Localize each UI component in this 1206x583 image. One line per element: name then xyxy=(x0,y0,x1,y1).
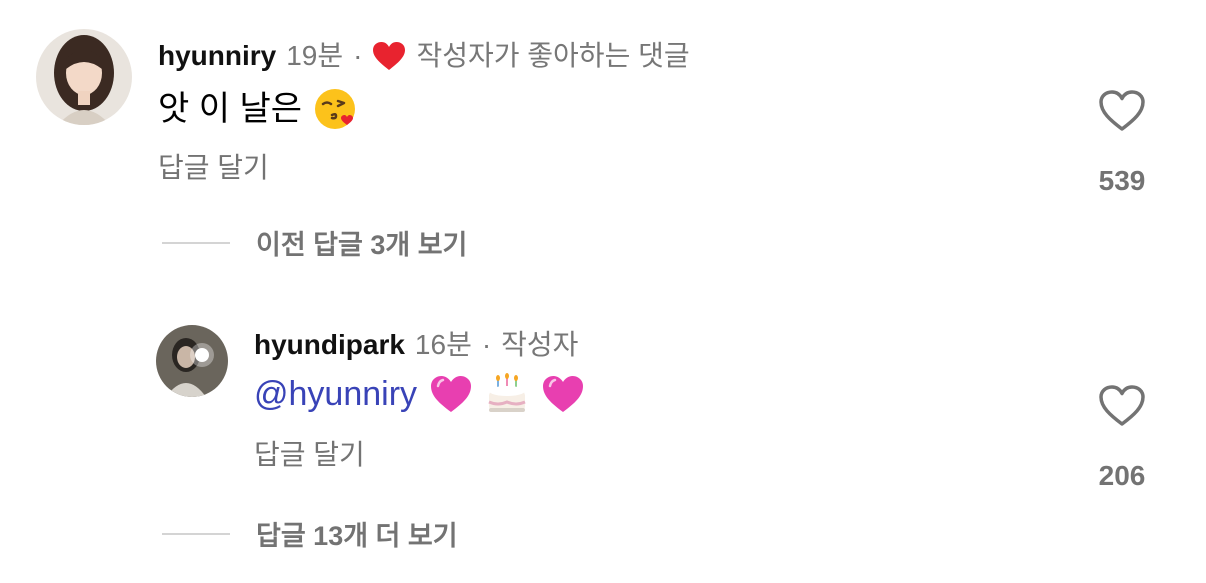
view-more-replies-label: 답글 13개 더 보기 xyxy=(256,521,458,551)
mention-link[interactable]: @hyunniry xyxy=(254,372,417,416)
like-button[interactable] xyxy=(1094,83,1150,139)
avatar[interactable] xyxy=(156,325,228,397)
like-count: 539 xyxy=(1098,165,1146,196)
author-badge: 작성자 xyxy=(501,329,579,360)
pink-heart-icon xyxy=(541,374,585,414)
birthday-cake-icon xyxy=(485,372,529,416)
avatar[interactable] xyxy=(36,29,132,125)
comment-meta: hyundipark 16분 · 작성자 xyxy=(254,328,578,362)
timestamp: 16분 xyxy=(414,329,472,360)
comment-body: 앗 이 날은 xyxy=(158,90,303,128)
separator: · xyxy=(481,329,492,360)
separator: · xyxy=(353,40,363,71)
comment-text: @hyunniry xyxy=(254,372,585,416)
timestamp: 19분 xyxy=(286,40,344,71)
view-previous-replies-label: 이전 답글 3개 보기 xyxy=(256,230,468,260)
heart-filled-icon xyxy=(372,41,406,71)
heart-outline-icon xyxy=(1099,385,1145,426)
username[interactable]: hyundipark xyxy=(254,328,405,362)
reply-button[interactable]: 답글 달기 xyxy=(254,438,365,472)
heart-outline-icon xyxy=(1099,90,1145,131)
comment-text: 앗 이 날은 xyxy=(158,87,358,131)
view-previous-replies[interactable]: 이전 답글 3개 보기 xyxy=(162,223,467,262)
thread-divider xyxy=(162,532,230,535)
thread-divider xyxy=(162,241,230,244)
like-count: 206 xyxy=(1098,460,1146,491)
face-blowing-kiss-icon xyxy=(314,87,358,131)
liked-by-author-label: 작성자가 좋아하는 댓글 xyxy=(416,40,690,71)
like-button[interactable] xyxy=(1094,378,1150,434)
reply-item: hyundipark 16분 · 작성자 @hyunniry 답글 달기 206 xyxy=(0,300,1206,510)
view-more-replies[interactable]: 답글 13개 더 보기 xyxy=(162,514,458,553)
reply-button[interactable]: 답글 달기 xyxy=(158,151,269,185)
comment-item: hyunniry 19분 · 작성자가 좋아하는 댓글 앗 이 날은 답글 달기… xyxy=(0,0,1206,210)
comment-meta: hyunniry 19분 · 작성자가 좋아하는 댓글 xyxy=(158,39,690,73)
pink-heart-icon xyxy=(429,374,473,414)
username[interactable]: hyunniry xyxy=(158,39,276,73)
